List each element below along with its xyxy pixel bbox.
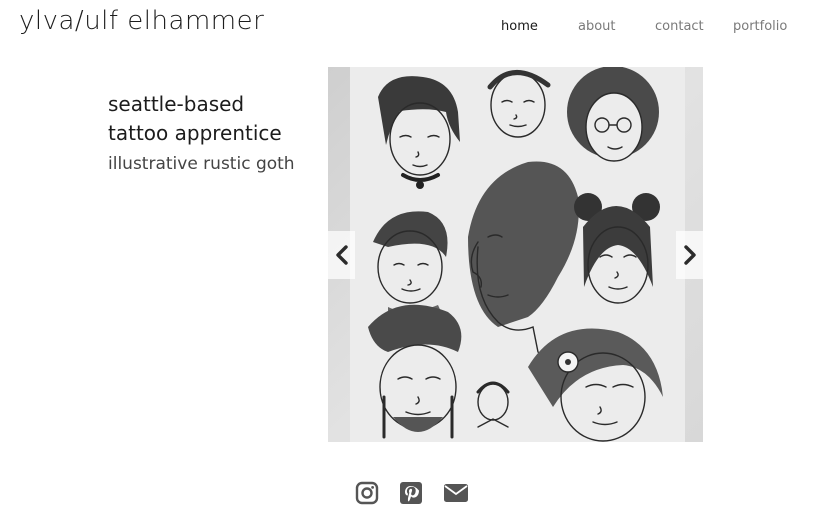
image-slider[interactable] <box>328 67 703 442</box>
hero-headline: seattle-based tattoo apprentice <box>108 92 282 145</box>
envelope-icon <box>444 484 468 502</box>
instagram-icon <box>355 481 379 505</box>
hero-subline: illustrative rustic goth <box>108 154 295 174</box>
instagram-link[interactable] <box>355 480 379 506</box>
nav-contact[interactable]: contact <box>655 19 704 34</box>
main-nav: home about contact portfolio <box>0 19 824 39</box>
chevron-left-icon <box>335 245 348 265</box>
pinterest-link[interactable] <box>399 480 423 506</box>
nav-home[interactable]: home <box>501 19 538 34</box>
slider-prev-button[interactable] <box>328 231 355 279</box>
slide-image <box>328 67 703 442</box>
nav-about[interactable]: about <box>578 19 616 34</box>
email-link[interactable] <box>443 480 469 506</box>
nav-portfolio[interactable]: portfolio <box>733 19 787 34</box>
slider-next-button[interactable] <box>676 231 703 279</box>
hero-tagline: seattle-based tattoo apprentice illustra… <box>108 90 308 177</box>
pinterest-icon <box>400 482 422 504</box>
chevron-right-icon <box>683 245 696 265</box>
